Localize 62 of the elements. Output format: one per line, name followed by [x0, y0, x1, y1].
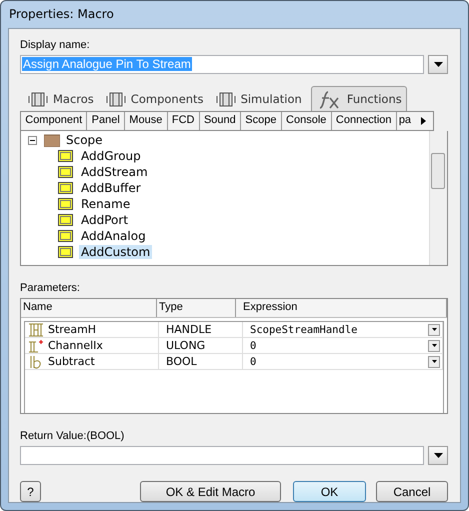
parameter-expression[interactable]: 0	[250, 356, 256, 368]
category-tab[interactable]: Sound	[200, 112, 242, 130]
category-tab[interactable]: pa	[396, 112, 414, 130]
parameter-type: BOOL	[159, 354, 243, 369]
ok-edit-macro-button[interactable]: OK & Edit Macro	[140, 481, 281, 502]
return-value-field[interactable]	[20, 446, 424, 465]
caret-icon	[434, 453, 442, 458]
caret-icon	[432, 344, 436, 347]
component-icon	[106, 90, 126, 108]
tree-item[interactable]: Scope	[64, 133, 105, 147]
folder-icon	[44, 134, 60, 146]
tree-item[interactable]: AddStream	[79, 165, 150, 179]
parameter-expression[interactable]: 0	[250, 340, 256, 352]
component-icon	[216, 90, 236, 108]
category-tab[interactable]: Component	[21, 112, 88, 130]
dropdown-button[interactable]	[428, 356, 440, 368]
category-tab[interactable]: Console	[282, 112, 332, 130]
dropdown-button[interactable]	[428, 324, 440, 336]
scrollbar[interactable]	[429, 131, 447, 265]
tab[interactable]: Functions	[310, 86, 407, 111]
tree-item[interactable]: AddBuffer	[79, 181, 143, 195]
tab[interactable]: Components	[102, 87, 207, 111]
parameter-type: HANDLE	[159, 322, 243, 337]
column-header[interactable]: Name	[21, 299, 157, 317]
parameter-name: ChannelIx	[48, 339, 103, 352]
tree-item[interactable]: Rename	[79, 197, 132, 211]
tree-item[interactable]: AddPort	[79, 213, 130, 227]
bool-type-icon	[29, 354, 43, 368]
parameters-label: Parameters:	[20, 282, 81, 296]
parameter-type: ULONG	[159, 338, 243, 353]
dropdown-button[interactable]	[428, 55, 448, 74]
caret-icon	[432, 328, 436, 331]
parameter-name: StreamH	[48, 323, 96, 336]
window-title: Properties: Macro	[8, 6, 115, 23]
tab[interactable]: Macros	[25, 87, 97, 111]
tree-item[interactable]: AddGroup	[79, 149, 143, 163]
category-tab[interactable]: Connection	[332, 112, 397, 130]
caret-icon	[434, 62, 442, 67]
caret-icon	[432, 360, 436, 363]
return-value-label: Return Value:(BOOL)	[20, 430, 126, 444]
category-tab[interactable]: Mouse	[125, 112, 168, 130]
display-name-label: Display name:	[20, 39, 91, 53]
ulong-type-icon	[29, 338, 43, 352]
tab[interactable]: Simulation	[212, 87, 305, 111]
category-tab[interactable]: Panel	[87, 112, 126, 130]
category-tab[interactable]: Scope	[241, 112, 282, 130]
dropdown-button[interactable]	[428, 446, 448, 465]
scroll-thumb[interactable]	[431, 153, 445, 189]
column-header[interactable]: Type	[157, 299, 236, 317]
ok-button[interactable]: OK	[293, 481, 366, 502]
handle-type-icon	[29, 322, 43, 336]
cancel-button[interactable]: Cancel	[376, 481, 448, 502]
category-tab[interactable]: FCD	[168, 112, 200, 130]
component-icon	[28, 90, 48, 108]
parameter-name: Subtract	[48, 355, 95, 368]
help-button[interactable]: ?	[20, 481, 41, 502]
parameter-expression[interactable]: ScopeStreamHandle	[250, 324, 358, 336]
dropdown-button[interactable]	[428, 340, 440, 352]
right-arrow-icon	[420, 117, 426, 125]
tree-item[interactable]: AddAnalog	[79, 229, 148, 243]
column-header[interactable]: Expression	[236, 299, 447, 317]
tree-item[interactable]: AddCustom	[79, 245, 152, 259]
